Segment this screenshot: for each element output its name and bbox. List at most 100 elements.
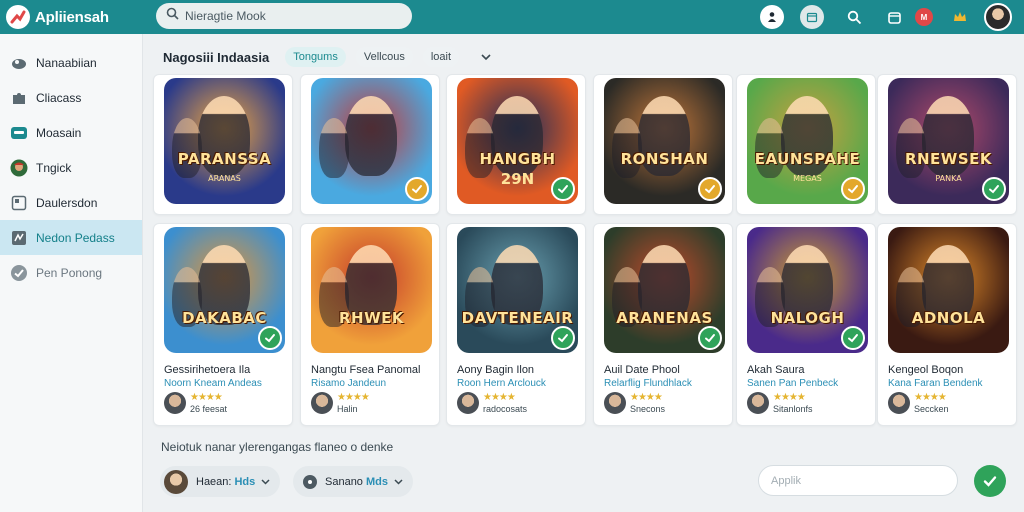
star-rating-icon: ★★★★ bbox=[914, 392, 947, 403]
search-icon[interactable] bbox=[842, 5, 866, 29]
app-card[interactable]: PARANSSA ARANAS bbox=[153, 74, 293, 215]
app-card[interactable]: ADNOLA Kengeol Boqon Kana Faran Bendenk … bbox=[877, 223, 1017, 426]
calendar-icon[interactable] bbox=[800, 5, 824, 29]
app-name[interactable]: Aony Bagin Ilon bbox=[457, 364, 534, 376]
search-icon bbox=[166, 7, 179, 25]
app-card[interactable]: EAUNSPAHE MEGAS bbox=[736, 74, 876, 215]
sidebar-item-3[interactable]: Tngick bbox=[0, 150, 142, 185]
app-thumbnail[interactable]: DAVTENEAIR bbox=[457, 227, 578, 353]
chevron-down-icon bbox=[261, 476, 270, 488]
sidebar-item-5[interactable]: Nedon Pedass bbox=[0, 220, 142, 255]
app-card[interactable]: NALOGH Akah Saura Sanen Pan Penbeck ★★★★… bbox=[736, 223, 876, 426]
developer-avatar bbox=[604, 392, 626, 414]
character-art bbox=[345, 96, 397, 176]
app-card[interactable]: DAKABAC Gessirihetoera Ila Noorn Kneam A… bbox=[153, 223, 293, 426]
avatar-icon bbox=[10, 159, 28, 177]
check-icon bbox=[983, 476, 997, 487]
app-name[interactable]: Auil Date Phool bbox=[604, 364, 680, 376]
thumbnail-title: NALOGH bbox=[770, 309, 845, 327]
profile-avatar[interactable] bbox=[984, 3, 1012, 31]
app-logo[interactable]: Apliiensah bbox=[6, 5, 146, 29]
app-rating: ★★★★ Snecons bbox=[630, 392, 665, 415]
app-developer[interactable]: Risamo Jandeun bbox=[311, 378, 386, 389]
app-developer[interactable]: Noorn Kneam Andeas bbox=[164, 378, 262, 389]
app-meta: radocosats bbox=[483, 404, 528, 414]
sidebar-item-6[interactable]: Pen Ponong bbox=[0, 255, 142, 290]
app-name[interactable]: Kengeol Boqon bbox=[888, 364, 963, 376]
star-rating-icon: ★★★★ bbox=[483, 392, 516, 403]
app-developer[interactable]: Kana Faran Bendenk bbox=[888, 378, 983, 389]
page-title: Nagosiii Indaasia bbox=[163, 49, 270, 65]
app-card[interactable] bbox=[300, 74, 440, 215]
app-card[interactable]: DAVTENEAIR Aony Bagin Ilon Roon Hern Arc… bbox=[446, 223, 586, 426]
user-icon[interactable] bbox=[760, 5, 784, 29]
pill-highlight: Hds bbox=[234, 475, 256, 488]
app-name[interactable]: Nangtu Fsea Panomal bbox=[311, 364, 420, 376]
sidebar-item-2[interactable]: Moasain bbox=[0, 115, 142, 150]
filter-pill-0[interactable]: Haean: Hds bbox=[160, 466, 281, 497]
filter-chip-1[interactable]: Vellcous bbox=[355, 47, 413, 67]
notifications-icon[interactable]: M bbox=[912, 5, 936, 29]
app-meta-row: ★★★★ Halin bbox=[311, 392, 370, 415]
installed-check-icon bbox=[841, 177, 865, 201]
developer-avatar bbox=[888, 392, 910, 414]
app-meta-row: ★★★★ 26 feesat bbox=[164, 392, 227, 415]
app-card[interactable]: HANGBH 29N bbox=[446, 74, 586, 215]
app-thumbnail[interactable]: RONSHAN bbox=[604, 78, 725, 204]
apply-input[interactable] bbox=[758, 465, 958, 496]
developer-avatar bbox=[311, 392, 333, 414]
pill-prefix: Sanano bbox=[325, 475, 363, 488]
app-thumbnail[interactable]: NALOGH bbox=[747, 227, 868, 353]
thumbnail-title: ADNOLA bbox=[911, 309, 986, 327]
installed-check-icon bbox=[551, 177, 575, 201]
app-thumbnail[interactable]: RNEWSEK PANKA bbox=[888, 78, 1009, 204]
chevron-down-icon[interactable] bbox=[481, 50, 491, 64]
installed-check-icon bbox=[405, 177, 429, 201]
pill-avatar bbox=[164, 469, 188, 494]
cloud-icon bbox=[10, 54, 28, 72]
sidebar-item-4[interactable]: Daulersdon bbox=[0, 185, 142, 220]
app-thumbnail[interactable]: RHWEK bbox=[311, 227, 432, 353]
app-thumbnail[interactable] bbox=[311, 78, 432, 204]
top-bar: Apliiensah M bbox=[0, 0, 1024, 34]
main-content: Nagosiii Indaasia Tongums Vellcous loait… bbox=[153, 40, 1017, 497]
app-thumbnail[interactable]: DAKABAC bbox=[164, 227, 285, 353]
app-rating: ★★★★ Seccken bbox=[914, 392, 949, 415]
app-card[interactable]: RONSHAN bbox=[593, 74, 733, 215]
app-thumbnail[interactable]: HANGBH 29N bbox=[457, 78, 578, 204]
app-thumbnail[interactable]: PARANSSA ARANAS bbox=[164, 78, 285, 204]
app-meta-row: ★★★★ radocosats bbox=[457, 392, 527, 415]
teal-square-icon bbox=[10, 229, 28, 247]
filter-pill-1[interactable]: Sanano Mds bbox=[293, 466, 413, 497]
search-bar[interactable] bbox=[156, 3, 412, 29]
app-developer[interactable]: Relarflig Flundhlack bbox=[604, 378, 692, 389]
crown-icon[interactable] bbox=[948, 5, 972, 29]
thumbnail-title: EAUNSPAHE bbox=[754, 150, 861, 168]
app-card[interactable]: ARANENAS Auil Date Phool Relarflig Flund… bbox=[593, 223, 733, 426]
monitor-icon bbox=[10, 124, 28, 142]
sidebar: Nanaabiian Cliacass Moasain Tngick Daule… bbox=[0, 34, 143, 512]
app-thumbnail[interactable]: EAUNSPAHE MEGAS bbox=[747, 78, 868, 204]
app-meta: 26 feesat bbox=[190, 404, 228, 414]
sidebar-item-0[interactable]: Nanaabiian bbox=[0, 45, 142, 80]
app-name[interactable]: Gessirihetoera Ila bbox=[164, 364, 250, 376]
app-thumbnail[interactable]: ADNOLA bbox=[888, 227, 1009, 353]
installed-check-icon bbox=[982, 177, 1006, 201]
thumbnail-title: RHWEK bbox=[338, 309, 405, 327]
app-card[interactable]: RHWEK Nangtu Fsea Panomal Risamo Jandeun… bbox=[300, 223, 440, 426]
filter-chip-2[interactable]: loait bbox=[422, 47, 460, 67]
pill-highlight: Mds bbox=[365, 475, 388, 488]
sidebar-item-1[interactable]: Cliacass bbox=[0, 80, 142, 115]
character-art bbox=[612, 118, 642, 178]
app-thumbnail[interactable]: ARANENAS bbox=[604, 227, 725, 353]
filter-chip-0[interactable]: Tongums bbox=[285, 47, 346, 67]
app-developer[interactable]: Roon Hern Arclouck bbox=[457, 378, 546, 389]
app-card[interactable]: RNEWSEK PANKA bbox=[877, 74, 1017, 215]
character-art bbox=[465, 118, 495, 178]
cart-icon[interactable] bbox=[882, 5, 906, 29]
search-input[interactable] bbox=[185, 9, 395, 23]
app-developer[interactable]: Sanen Pan Penbeck bbox=[747, 378, 838, 389]
confirm-button[interactable] bbox=[974, 465, 1006, 497]
app-name[interactable]: Akah Saura bbox=[747, 364, 804, 376]
section-label: Neiotuk nanar ylerengangas flaneo o denk… bbox=[161, 440, 394, 454]
